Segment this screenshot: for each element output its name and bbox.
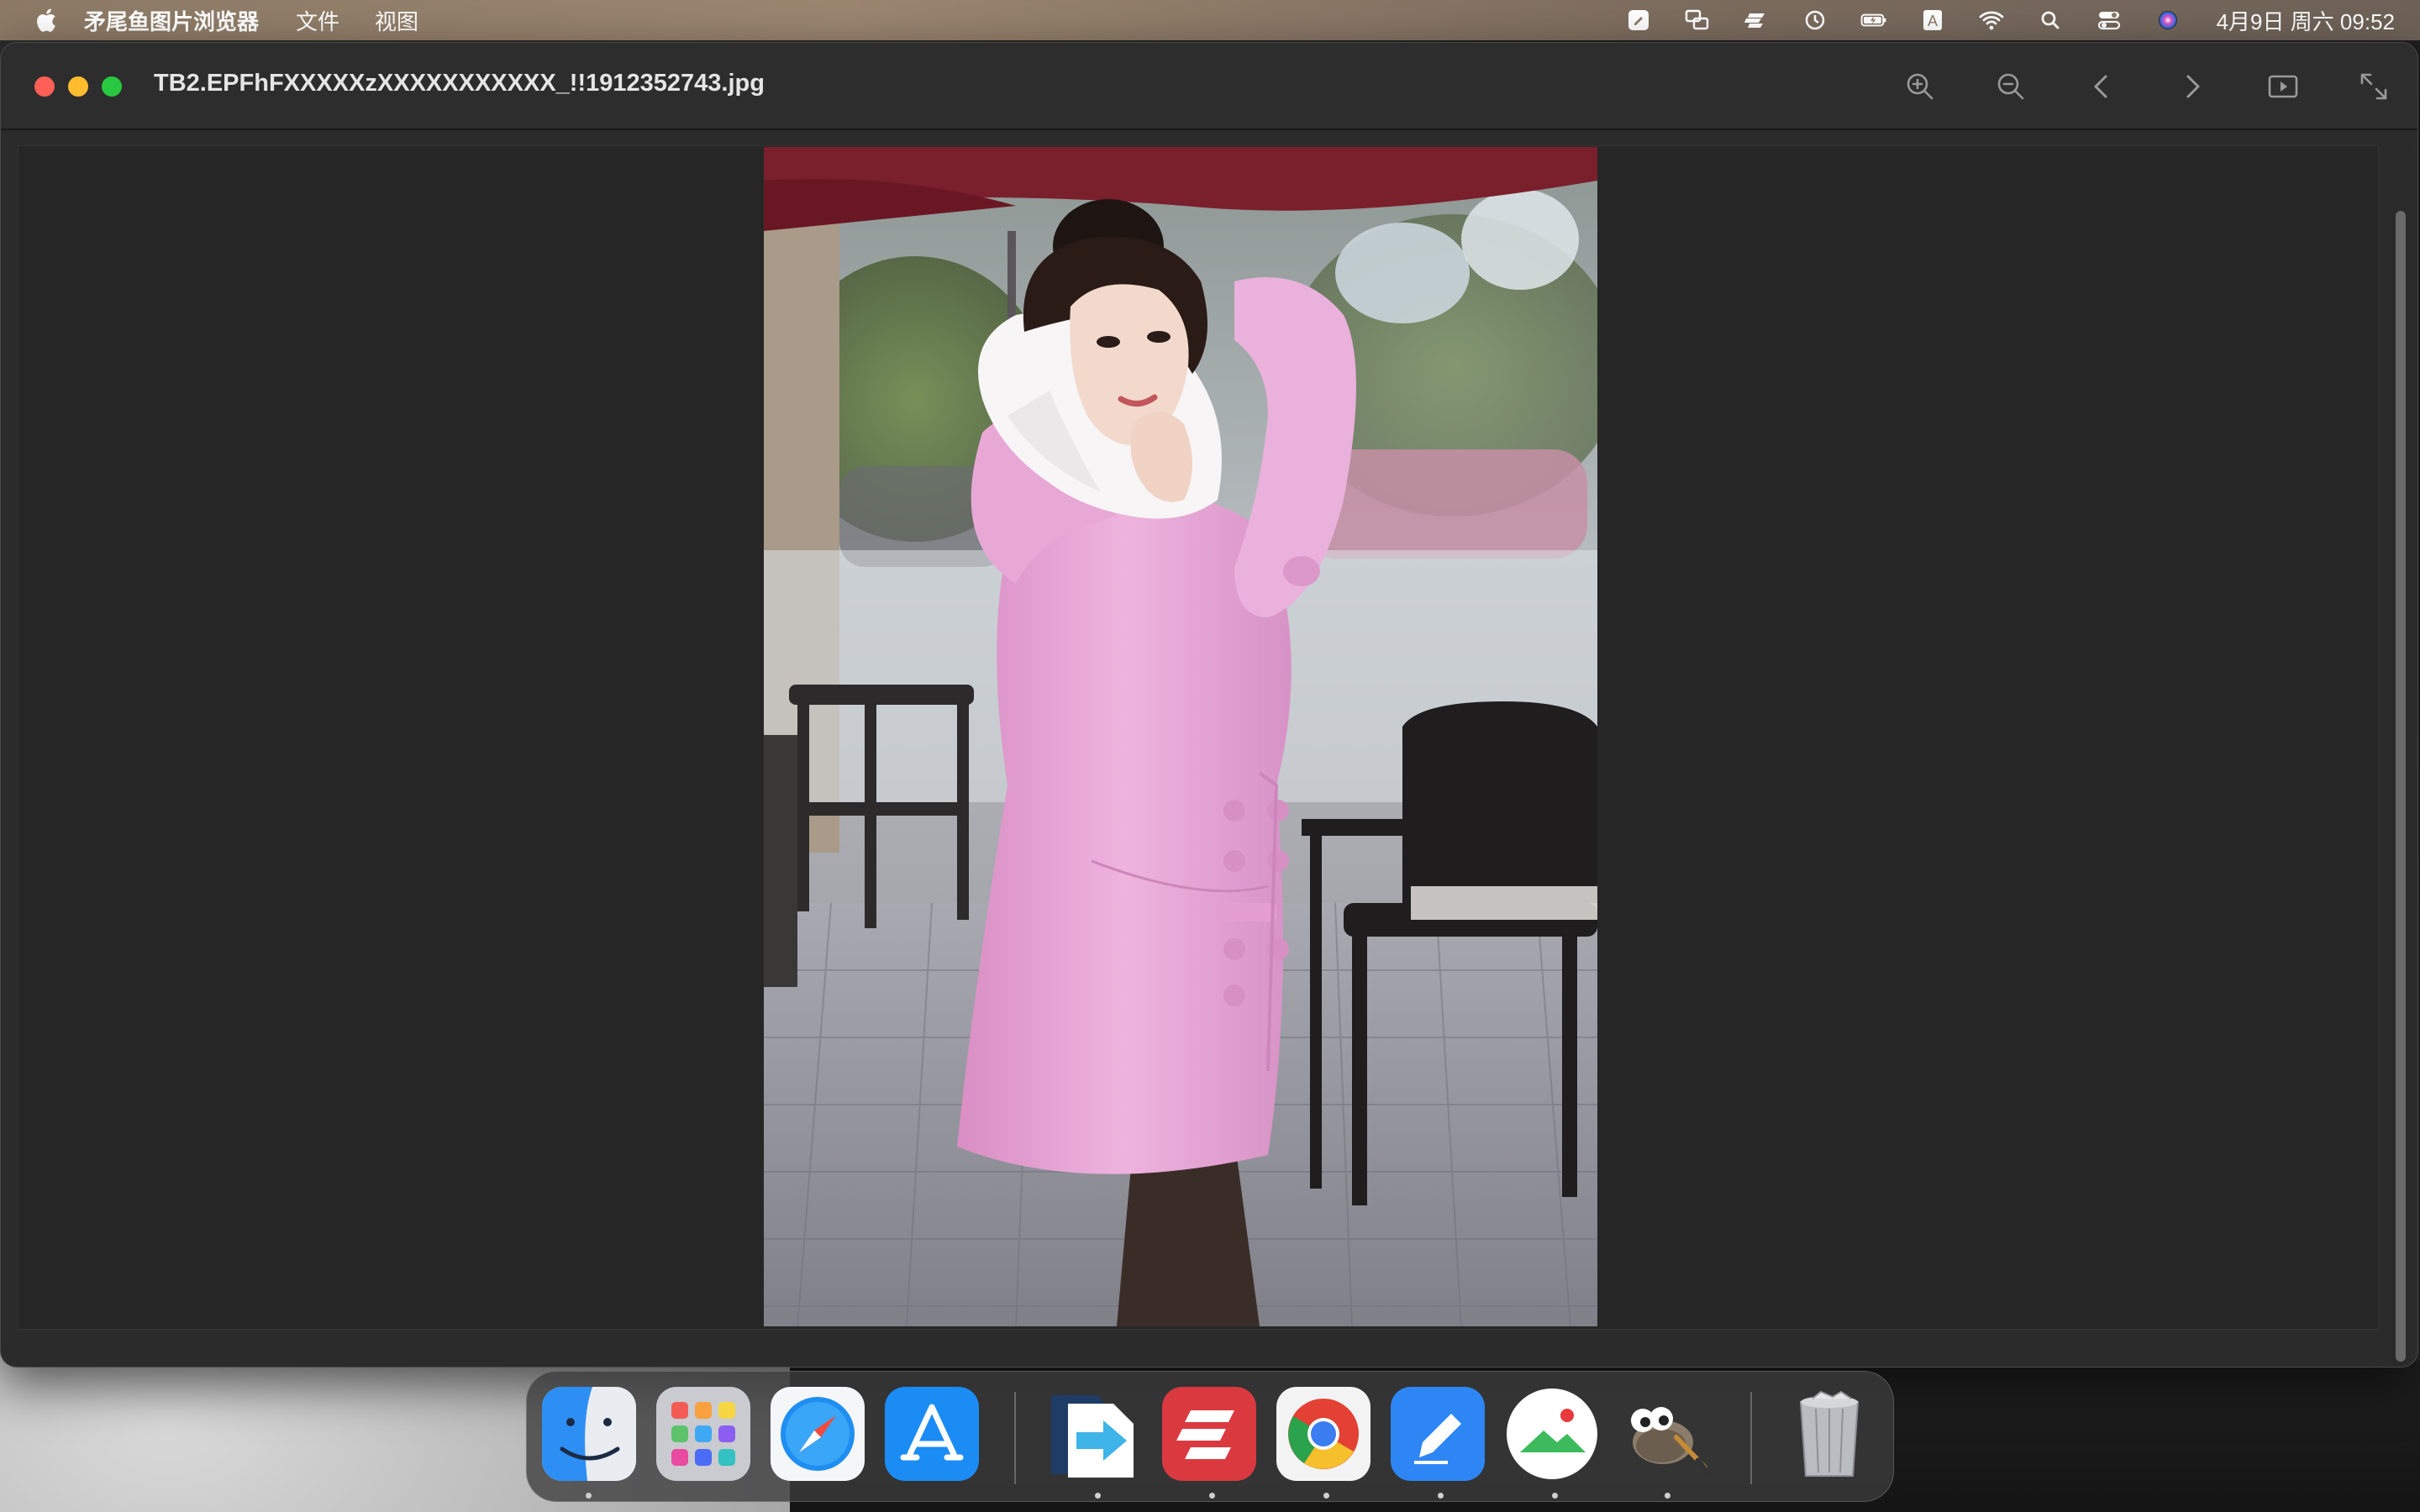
expressvpn-icon[interactable]: [1741, 8, 1771, 33]
scrollbar-thumb[interactable]: [2396, 211, 2406, 1362]
toolbar: [1898, 65, 2396, 108]
next-icon: [2186, 75, 2200, 98]
slideshow-button[interactable]: [2261, 65, 2305, 108]
wifi-icon[interactable]: [1976, 8, 2007, 33]
photo-woman-pink-coat: [764, 147, 1597, 1326]
zoom-in-button[interactable]: [1898, 65, 1942, 108]
app-store-icon: [885, 1387, 979, 1481]
time-machine-icon[interactable]: [1800, 8, 1830, 33]
previous-button[interactable]: [2080, 65, 2123, 108]
trash-icon: [1799, 1390, 1860, 1477]
dock: [526, 1371, 1894, 1502]
expressvpn-icon: [1162, 1387, 1256, 1481]
close-button[interactable]: [34, 76, 55, 97]
fullscreen-icon: [2360, 73, 2387, 100]
dock-pages[interactable]: [1391, 1387, 1485, 1481]
zoom-out-button[interactable]: [1989, 65, 2033, 108]
gimp-icon: [1631, 1407, 1712, 1478]
dock-expressvpn[interactable]: [1162, 1387, 1256, 1481]
zoom-out-icon: [1997, 73, 2024, 100]
menu-app-name[interactable]: 矛尾鱼图片浏览器: [84, 5, 259, 36]
dock-gimp[interactable]: [1618, 1387, 1712, 1481]
dock-chrome[interactable]: [1276, 1387, 1370, 1481]
input-method-label: A: [1928, 13, 1938, 29]
pages-icon: [1391, 1387, 1485, 1481]
image-viewer-window: TB2.EPFhFXXXXXzXXXXXXXXXXX_!!1912352743.…: [0, 42, 2418, 1368]
next-button[interactable]: [2170, 65, 2214, 108]
screen-mirror-icon[interactable]: [1682, 8, 1712, 33]
migrate-icon: [1051, 1395, 1134, 1478]
menu-bar: 矛尾鱼图片浏览器 文件 视图 A 4月9日 周六 09:52: [0, 0, 2420, 40]
dock-safari[interactable]: [771, 1387, 865, 1481]
control-center-icon[interactable]: [2094, 8, 2124, 33]
input-method-icon[interactable]: A: [1918, 8, 1948, 33]
battery-icon[interactable]: [1859, 8, 1889, 33]
finder-icon: [542, 1387, 636, 1481]
spotlight-search-icon[interactable]: [2035, 8, 2065, 33]
apple-menu-icon[interactable]: [32, 5, 59, 35]
dock-migrate[interactable]: [1048, 1387, 1142, 1481]
menu-file[interactable]: 文件: [296, 5, 339, 36]
dock-app-store[interactable]: [885, 1387, 979, 1481]
note-icon[interactable]: [1623, 8, 1654, 33]
dock-finder[interactable]: [542, 1387, 636, 1481]
dock-image-viewer[interactable]: [1505, 1387, 1599, 1481]
dock-launchpad[interactable]: [656, 1387, 750, 1481]
zoom-in-icon: [1907, 73, 1933, 100]
launchpad-icon: [656, 1387, 750, 1481]
minimize-button[interactable]: [68, 76, 88, 97]
maximize-button[interactable]: [102, 76, 122, 97]
window-title: TB2.EPFhFXXXXXzXXXXXXXXXXX_!!1912352743.…: [154, 70, 765, 97]
dock-trash[interactable]: [1782, 1387, 1876, 1481]
menu-clock[interactable]: 4月9日 周六 09:52: [2217, 5, 2395, 36]
fullscreen-button[interactable]: [2352, 65, 2396, 108]
menu-view[interactable]: 视图: [375, 5, 418, 36]
preview-icon: [1507, 1389, 1597, 1479]
title-bar[interactable]: TB2.EPFhFXXXXXzXXXXXXXXXXX_!!1912352743.…: [1, 43, 2417, 130]
chrome-icon: [1276, 1387, 1370, 1481]
safari-icon: [771, 1387, 865, 1481]
siri-icon[interactable]: [2153, 8, 2183, 33]
slideshow-icon: [2268, 75, 2298, 98]
previous-icon: [2094, 75, 2107, 98]
